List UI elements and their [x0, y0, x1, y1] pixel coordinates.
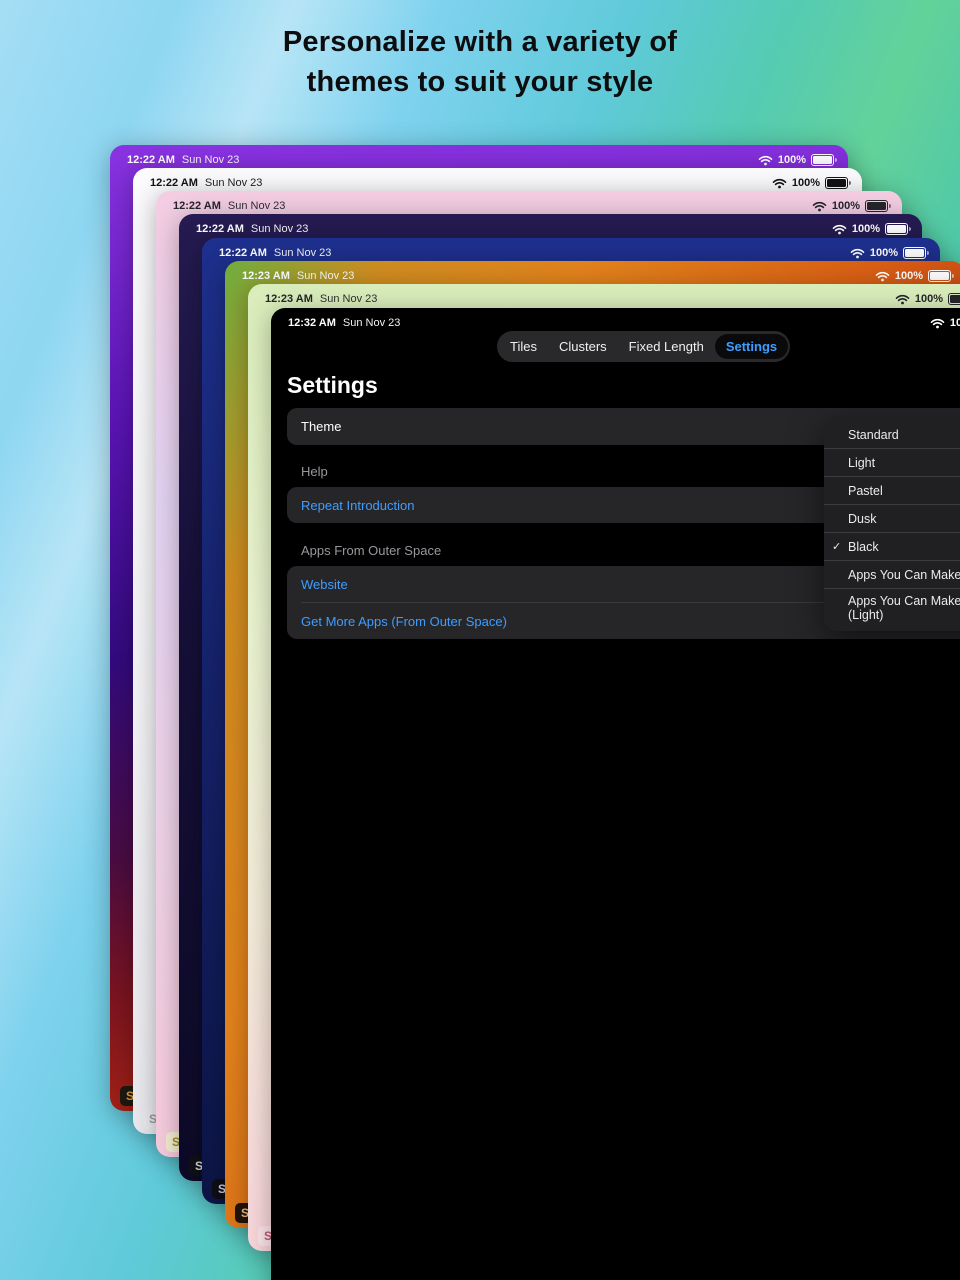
wifi-icon [812, 201, 827, 212]
menu-item-label: Dusk [848, 512, 876, 526]
status-time: 12:22 AM [219, 247, 267, 259]
tab-clusters[interactable]: Clusters [548, 334, 618, 359]
menu-item-label: Apps You Can Make [848, 568, 960, 582]
menu-item-label: Apps You Can Make (Light) [848, 594, 960, 622]
status-bar: 12:22 AM Sun Nov 23 100% [156, 191, 902, 216]
status-right-cluster: 100% [875, 270, 951, 282]
status-time: 12:22 AM [196, 223, 244, 235]
apps-section-header: Apps From Outer Space [301, 543, 441, 558]
theme-row-label: Theme [301, 419, 341, 434]
status-bar: 12:22 AM Sun Nov 23 100% [202, 238, 940, 263]
battery-percent: 100% [895, 270, 923, 282]
battery-percent: 100% [915, 293, 943, 305]
menu-item-black[interactable]: ✓ Black [824, 533, 960, 560]
status-date: Sun Nov 23 [182, 154, 239, 166]
menu-item-apps-you-can-make[interactable]: Apps You Can Make [824, 561, 960, 588]
status-date: Sun Nov 23 [205, 177, 262, 189]
status-time: 12:22 AM [173, 200, 221, 212]
status-bar: 12:22 AM Sun Nov 23 100% [179, 214, 922, 239]
battery-icon [885, 223, 908, 235]
status-date: Sun Nov 23 [320, 293, 377, 305]
status-bar: 12:32 AM Sun Nov 23 100% [271, 308, 960, 333]
page-title-line-2: themes to suit your style [0, 62, 960, 102]
status-right-cluster: 100% [758, 154, 834, 166]
menu-item-pastel[interactable]: Pastel [824, 477, 960, 504]
battery-icon [825, 177, 848, 189]
menu-item-standard[interactable]: Standard [824, 421, 960, 448]
tab-fixed-length[interactable]: Fixed Length [618, 334, 715, 359]
status-time: 12:22 AM [127, 154, 175, 166]
page-background: Personalize with a variety of themes to … [0, 0, 960, 1280]
wifi-icon [758, 155, 773, 166]
status-right-cluster: 100% [812, 200, 888, 212]
wifi-icon [832, 224, 847, 235]
status-date: Sun Nov 23 [228, 200, 285, 212]
battery-icon [903, 247, 926, 259]
status-date: Sun Nov 23 [251, 223, 308, 235]
wifi-icon [772, 178, 787, 189]
view-segmented-control: Tiles Clusters Fixed Length Settings [497, 331, 790, 362]
battery-icon [928, 270, 951, 282]
status-bar: 12:23 AM Sun Nov 23 100% [225, 261, 960, 286]
repeat-introduction-label: Repeat Introduction [301, 498, 414, 513]
battery-percent: 100% [950, 317, 960, 329]
page-title: Personalize with a variety of themes to … [0, 22, 960, 102]
menu-item-label: Standard [848, 428, 899, 442]
status-date: Sun Nov 23 [274, 247, 331, 259]
status-bar: 12:22 AM Sun Nov 23 100% [110, 145, 848, 170]
status-right-cluster: 100% [832, 223, 908, 235]
menu-item-label: Pastel [848, 484, 883, 498]
website-label: Website [301, 577, 348, 592]
status-time: 12:23 AM [265, 293, 313, 305]
status-time: 12:32 AM [288, 317, 336, 329]
wifi-icon [875, 271, 890, 282]
checkmark-icon: ✓ [832, 540, 841, 554]
status-time: 12:22 AM [150, 177, 198, 189]
status-right-cluster: 100% [930, 317, 960, 329]
battery-percent: 100% [832, 200, 860, 212]
settings-heading: Settings [287, 372, 378, 399]
battery-percent: 100% [778, 154, 806, 166]
status-right-cluster: 100% [895, 293, 960, 305]
tab-tiles[interactable]: Tiles [499, 334, 548, 359]
theme-dropdown-menu: Standard Light Pastel Dusk ✓ Black Apps … [824, 417, 960, 631]
status-right-cluster: 100% [850, 247, 926, 259]
status-date: Sun Nov 23 [343, 317, 400, 329]
battery-percent: 100% [870, 247, 898, 259]
battery-percent: 100% [792, 177, 820, 189]
menu-item-light[interactable]: Light [824, 449, 960, 476]
status-bar: 12:22 AM Sun Nov 23 100% [133, 168, 862, 193]
battery-percent: 100% [852, 223, 880, 235]
wifi-icon [850, 248, 865, 259]
get-more-apps-label: Get More Apps (From Outer Space) [301, 614, 507, 629]
battery-icon [865, 200, 888, 212]
wifi-icon [895, 294, 910, 305]
status-bar: 12:23 AM Sun Nov 23 100% [248, 284, 960, 309]
front-screen: 12:32 AM Sun Nov 23 100% Tiles Clusters … [271, 308, 960, 1280]
status-right-cluster: 100% [772, 177, 848, 189]
wifi-icon [930, 318, 945, 329]
status-time: 12:23 AM [242, 270, 290, 282]
page-title-line-1: Personalize with a variety of [0, 22, 960, 62]
menu-item-label: Light [848, 456, 875, 470]
battery-icon [948, 293, 960, 305]
status-date: Sun Nov 23 [297, 270, 354, 282]
battery-icon [811, 154, 834, 166]
menu-item-apps-you-can-make-light[interactable]: Apps You Can Make (Light) [824, 589, 960, 627]
menu-item-dusk[interactable]: Dusk [824, 505, 960, 532]
help-section-header: Help [301, 464, 328, 479]
tab-settings[interactable]: Settings [715, 334, 788, 359]
menu-item-label: Black [848, 540, 879, 554]
